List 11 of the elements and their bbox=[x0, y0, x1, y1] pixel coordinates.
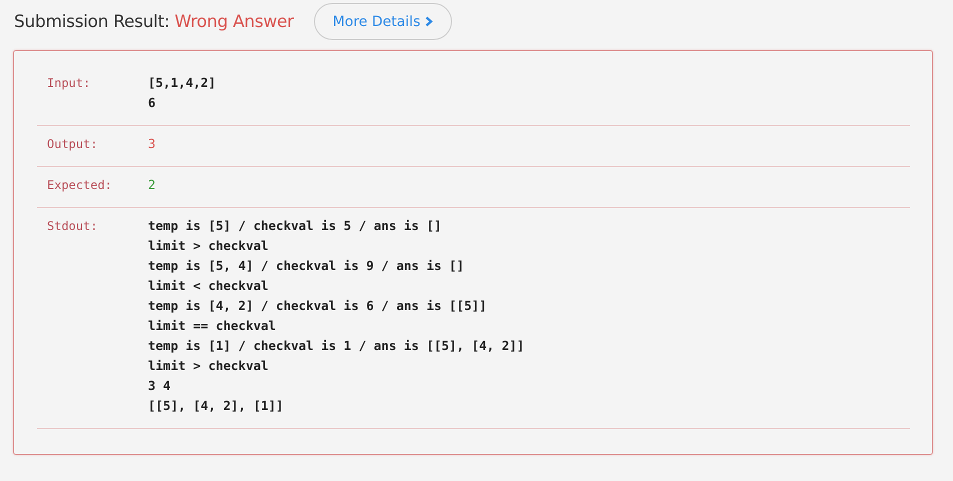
field-label: Input: bbox=[46, 75, 92, 92]
field-value: 2 bbox=[148, 176, 156, 194]
field-label: Stdout: bbox=[46, 218, 99, 235]
field-value: [5,1,4,2] 6 bbox=[148, 74, 216, 112]
more-details-button[interactable]: More Details bbox=[314, 3, 452, 40]
field-label: Output: bbox=[46, 136, 99, 153]
field-value: 3 bbox=[148, 135, 156, 153]
field-label: Expected: bbox=[46, 177, 114, 194]
chevron-right-icon bbox=[425, 16, 434, 27]
field-value: temp is [5] / checkval is 5 / ans is [] limit > checkval temp is [5, 4] / checkval is 9 / ans is [] limit < checkval temp is [4, 2] / checkval is 6 / ans is [[5]] limit == checkval temp is [1] / checkval is 1 / ans is [[5], [4, 2]] limit > checkval 3 4 [[5], [4, 2], [1]] bbox=[148, 217, 524, 415]
result-title: Submission Result: Wrong Answer bbox=[14, 12, 294, 32]
